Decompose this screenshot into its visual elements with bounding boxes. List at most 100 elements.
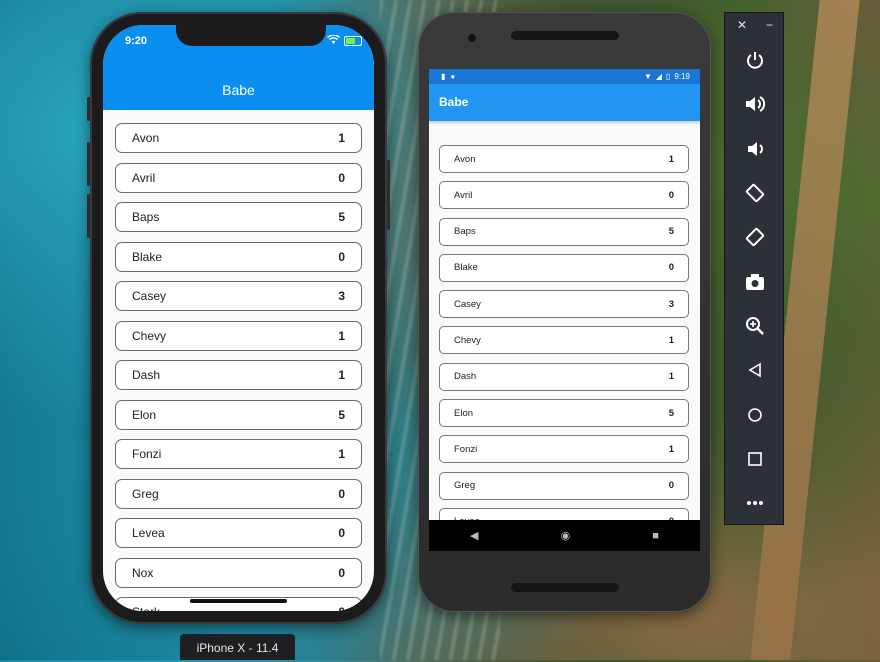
item-count: 5 <box>668 407 674 419</box>
nav-back-icon[interactable]: ◀ <box>470 529 478 542</box>
nav-home-icon[interactable]: ◉ <box>561 529 571 542</box>
screenshot-button[interactable] <box>725 259 785 303</box>
more-icon <box>747 501 763 506</box>
page-title: Babe <box>439 95 469 109</box>
list-item[interactable]: Elon 5 <box>115 399 362 430</box>
iphone-simulator: 9:20 Babe Avon 1 Avril 0 Baps 5 Blake 0 Casey 3 Ch… <box>87 12 390 624</box>
list-item[interactable]: Casey 3 <box>439 290 689 319</box>
android-app-bar: Babe <box>429 84 700 121</box>
item-count: 1 <box>338 368 345 382</box>
overview-button[interactable] <box>725 437 785 481</box>
item-name: Elon <box>454 407 474 419</box>
list-item[interactable]: Nox 0 <box>115 557 362 588</box>
status-icons <box>327 35 362 46</box>
item-name: Baps <box>132 210 160 224</box>
volume-down-button[interactable] <box>725 127 785 171</box>
item-count: 1 <box>338 447 345 461</box>
battery-icon <box>344 36 362 46</box>
item-count: 1 <box>668 153 674 165</box>
list-item[interactable]: Blake 0 <box>115 241 362 272</box>
home-indicator[interactable] <box>190 599 287 603</box>
rotate-left-icon <box>745 183 765 203</box>
item-name: Avril <box>132 170 156 185</box>
volume-up-icon <box>746 96 766 113</box>
rotate-left-button[interactable] <box>725 171 785 215</box>
android-emulator: ▮ ● ▼ ◢ ▯ 9:19 Babe Avon 1 Avril 0 Baps 5 Blak… <box>418 12 711 612</box>
iphone-screen: 9:20 Babe Avon 1 Avril 0 Baps 5 Blake 0 Casey 3 Ch… <box>103 25 374 611</box>
back-button[interactable] <box>725 348 785 392</box>
minimize-icon[interactable]: − <box>766 18 773 38</box>
iphone-volume-up[interactable] <box>87 142 90 186</box>
list-item[interactable]: Baps 5 <box>115 202 362 232</box>
item-count: 0 <box>338 249 345 264</box>
item-count: 1 <box>668 371 674 383</box>
iphone-app-bar: 9:20 Babe <box>103 25 374 110</box>
power-button[interactable] <box>725 38 785 82</box>
zoom-icon <box>746 316 764 335</box>
list-item[interactable]: Fonzi 1 <box>115 439 362 469</box>
list-item[interactable]: Fonzi 1 <box>439 435 689 464</box>
list-item[interactable]: Chevy 1 <box>115 320 362 351</box>
nav-overview-icon[interactable]: ■ <box>652 530 659 542</box>
item-name: Nox <box>132 565 154 580</box>
zoom-button[interactable] <box>725 304 785 348</box>
signal-icon: ◢ <box>655 72 663 81</box>
item-name: Greg <box>132 486 159 501</box>
item-name: Casey <box>454 298 481 310</box>
page-title: Babe <box>222 82 255 98</box>
list-item[interactable]: Avril 0 <box>115 162 362 193</box>
item-count: 5 <box>668 226 674 238</box>
iphone-volume-down[interactable] <box>87 194 90 238</box>
wifi-icon: ▼ <box>643 72 652 81</box>
home-button[interactable] <box>725 392 785 436</box>
home-icon <box>748 407 762 422</box>
sd-card-icon: ▮ <box>441 72 446 81</box>
item-name: Stark <box>132 605 160 611</box>
power-icon <box>747 52 763 69</box>
item-name: Fonzi <box>454 443 478 455</box>
list-item[interactable]: Blake 0 <box>439 253 689 282</box>
list-item[interactable]: Levea 0 <box>115 518 362 548</box>
item-name: Levea <box>132 526 165 540</box>
list-item[interactable]: Dash 1 <box>115 360 362 390</box>
item-name: Avon <box>132 131 160 145</box>
item-count: 3 <box>338 289 345 303</box>
bottom-speaker <box>511 583 619 592</box>
list-item[interactable]: Greg 0 <box>115 478 362 509</box>
list-item[interactable]: Avril 0 <box>439 181 689 210</box>
item-count: 0 <box>338 565 345 580</box>
android-screen: ▮ ● ▼ ◢ ▯ 9:19 Babe Avon 1 Avril 0 Baps 5 Blak… <box>429 69 700 551</box>
item-count: 0 <box>338 170 345 185</box>
item-name: Chevy <box>454 334 481 346</box>
item-name: Avril <box>454 189 473 201</box>
item-count: 0 <box>668 189 674 201</box>
sync-icon: ● <box>450 72 456 81</box>
item-count: 0 <box>338 526 345 540</box>
iphone-side-button[interactable] <box>387 160 390 230</box>
list-item[interactable]: Avon 1 <box>439 145 689 173</box>
item-name: Chevy <box>132 328 167 343</box>
camera-icon <box>746 273 764 290</box>
item-name: Fonzi <box>132 447 162 461</box>
list-item[interactable]: Chevy 1 <box>439 326 689 355</box>
battery-icon: ▯ <box>666 72 671 81</box>
list-item[interactable]: Baps 5 <box>439 217 689 246</box>
item-name: Dash <box>132 368 161 382</box>
item-count: 0 <box>338 486 345 501</box>
list-item[interactable]: Greg 0 <box>439 471 689 500</box>
name-list: Avon 1 Avril 0 Baps 5 Blake 0 Casey 3 Chevy 1 Dash 1 E… <box>439 145 689 544</box>
list-item[interactable]: Avon 1 <box>115 123 362 153</box>
more-button[interactable] <box>725 481 785 525</box>
volume-up-button[interactable] <box>725 82 785 126</box>
list-item[interactable]: Casey 3 <box>115 281 362 311</box>
rotate-right-button[interactable] <box>725 215 785 259</box>
wifi-icon <box>327 35 340 44</box>
item-count: 0 <box>668 480 674 492</box>
item-count: 0 <box>338 605 345 611</box>
close-icon[interactable]: ✕ <box>737 18 747 38</box>
list-item[interactable]: Dash 1 <box>439 362 689 391</box>
iphone-notch <box>176 25 326 46</box>
item-count: 0 <box>668 262 674 274</box>
overview-icon <box>748 452 762 466</box>
list-item[interactable]: Elon 5 <box>439 399 689 428</box>
